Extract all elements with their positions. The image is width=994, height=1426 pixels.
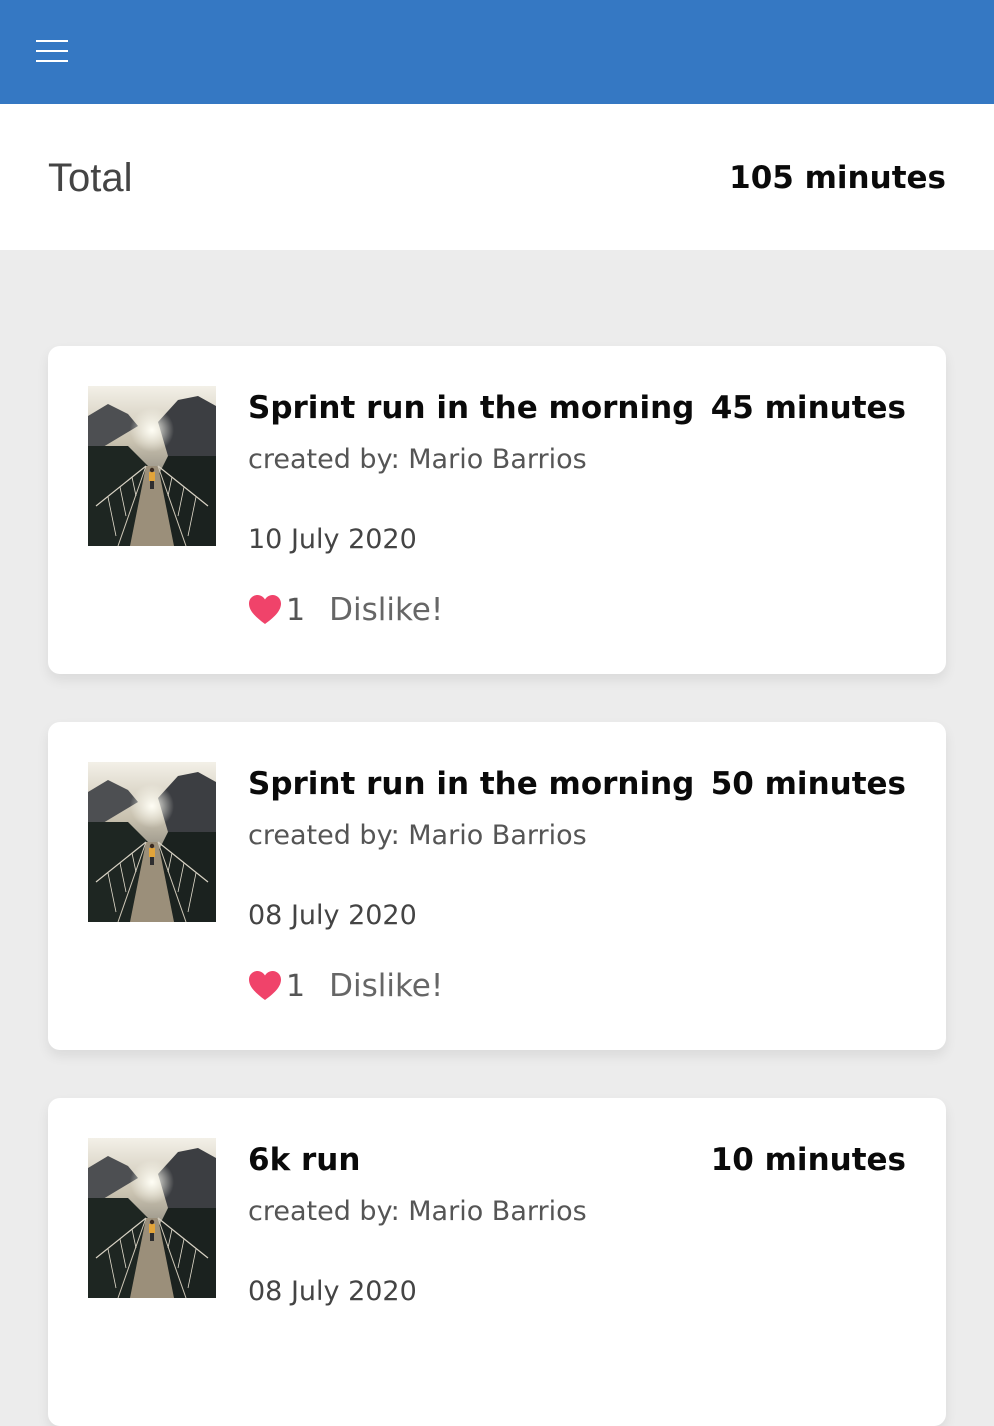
total-summary: Total 105 minutes [0, 104, 994, 250]
total-label: Total [48, 156, 133, 200]
activity-date: 10 July 2020 [248, 524, 417, 555]
activity-title: 6k run [248, 1142, 361, 1178]
activity-thumbnail [88, 1138, 216, 1298]
activity-author: created by: Mario Barrios [248, 444, 587, 475]
like-count: 1 [286, 968, 306, 1004]
heart-icon[interactable] [248, 594, 282, 626]
activity-date: 08 July 2020 [248, 900, 417, 931]
activity-duration: 45 minutes [710, 390, 906, 426]
top-app-bar [0, 0, 994, 104]
activity-card[interactable]: Sprint run in the morning 50 minutes cre… [48, 722, 946, 1050]
activity-author: created by: Mario Barrios [248, 1196, 587, 1227]
activity-thumbnail [88, 386, 216, 546]
activity-actions: 1 Dislike! [248, 968, 443, 1004]
dislike-button[interactable]: Dislike! [329, 592, 443, 628]
activity-actions: 1 Dislike! [248, 592, 443, 628]
activity-title: Sprint run in the morning [248, 766, 695, 802]
dislike-button[interactable]: Dislike! [329, 968, 443, 1004]
activity-card[interactable]: Sprint run in the morning 45 minutes cre… [48, 346, 946, 674]
heart-icon[interactable] [248, 970, 282, 1002]
activity-date: 08 July 2020 [248, 1276, 417, 1307]
activity-card[interactable]: 6k run 10 minutes created by: Mario Barr… [48, 1098, 946, 1426]
activity-duration: 10 minutes [710, 1142, 906, 1178]
activity-thumbnail [88, 762, 216, 922]
activity-author: created by: Mario Barrios [248, 820, 587, 851]
hamburger-menu-icon[interactable] [36, 40, 68, 62]
activity-title: Sprint run in the morning [248, 390, 695, 426]
total-value: 105 minutes [729, 160, 946, 196]
like-count: 1 [286, 592, 306, 628]
activity-duration: 50 minutes [710, 766, 906, 802]
